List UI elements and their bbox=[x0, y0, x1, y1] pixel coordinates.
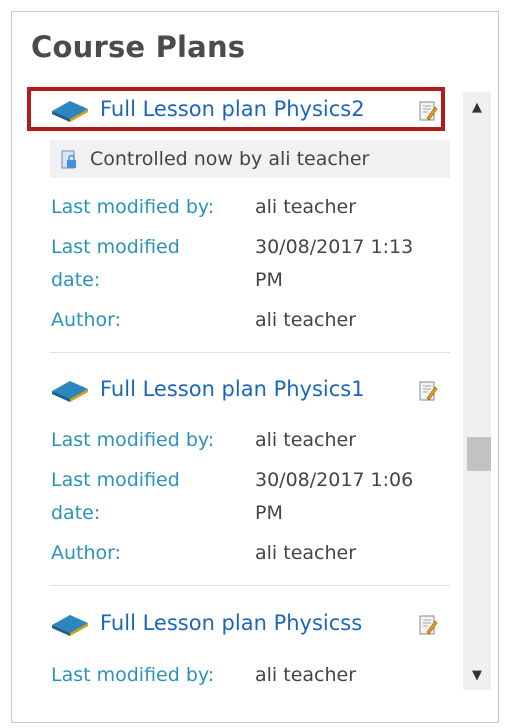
modified-date-value: 30/08/2017 1:06 bbox=[255, 469, 414, 491]
item-title-link[interactable]: Full Lesson plan Physics2 bbox=[100, 97, 365, 121]
controlled-text: Controlled now by ali teacher bbox=[90, 148, 370, 170]
vertical-scrollbar[interactable]: ▲ ▼ bbox=[463, 92, 491, 690]
modified-date-label-cont: date: bbox=[51, 269, 101, 291]
item-header: Full Lesson plan Physics1 bbox=[38, 372, 450, 410]
scroll-up-button[interactable]: ▲ bbox=[463, 92, 491, 122]
course-plan-list: Full Lesson plan Physics2 Controlled now… bbox=[38, 92, 450, 690]
edit-document-icon[interactable] bbox=[418, 101, 438, 121]
modified-by-value: ali teacher bbox=[255, 429, 357, 451]
modified-by-label: Last modified by: bbox=[51, 664, 215, 686]
edit-document-icon[interactable] bbox=[418, 381, 438, 401]
author-label: Author: bbox=[51, 309, 122, 331]
edit-document-icon[interactable] bbox=[418, 615, 438, 635]
modified-date-value-cont: PM bbox=[255, 502, 283, 524]
author-label: Author: bbox=[51, 542, 122, 564]
controlled-status: Controlled now by ali teacher bbox=[50, 140, 450, 178]
modified-by-label: Last modified by: bbox=[51, 429, 215, 451]
scroll-thumb[interactable] bbox=[467, 437, 491, 471]
book-stack-icon bbox=[52, 101, 88, 122]
item-title-link[interactable]: Full Lesson plan Physicss bbox=[100, 611, 362, 635]
modified-by-value: ali teacher bbox=[255, 664, 357, 686]
modified-date-label: Last modified bbox=[51, 236, 180, 258]
item-title-link[interactable]: Full Lesson plan Physics1 bbox=[100, 377, 365, 401]
modified-date-label: Last modified bbox=[51, 469, 180, 491]
panel-title: Course Plans bbox=[31, 30, 246, 64]
scroll-down-button[interactable]: ▼ bbox=[463, 660, 491, 690]
modified-date-value-cont: PM bbox=[255, 269, 283, 291]
author-value: ali teacher bbox=[255, 542, 357, 564]
modified-by-value: ali teacher bbox=[255, 196, 357, 218]
book-stack-icon bbox=[52, 381, 88, 402]
modified-by-label: Last modified by: bbox=[51, 196, 215, 218]
modified-date-value: 30/08/2017 1:13 bbox=[255, 236, 414, 258]
item-divider bbox=[50, 352, 450, 353]
author-value: ali teacher bbox=[255, 309, 357, 331]
book-stack-icon bbox=[52, 615, 88, 636]
lock-document-icon bbox=[61, 150, 76, 169]
item-header: Full Lesson plan Physics2 bbox=[38, 92, 450, 130]
item-divider bbox=[50, 585, 450, 586]
modified-date-label-cont: date: bbox=[51, 502, 101, 524]
item-header: Full Lesson plan Physicss bbox=[38, 606, 450, 644]
